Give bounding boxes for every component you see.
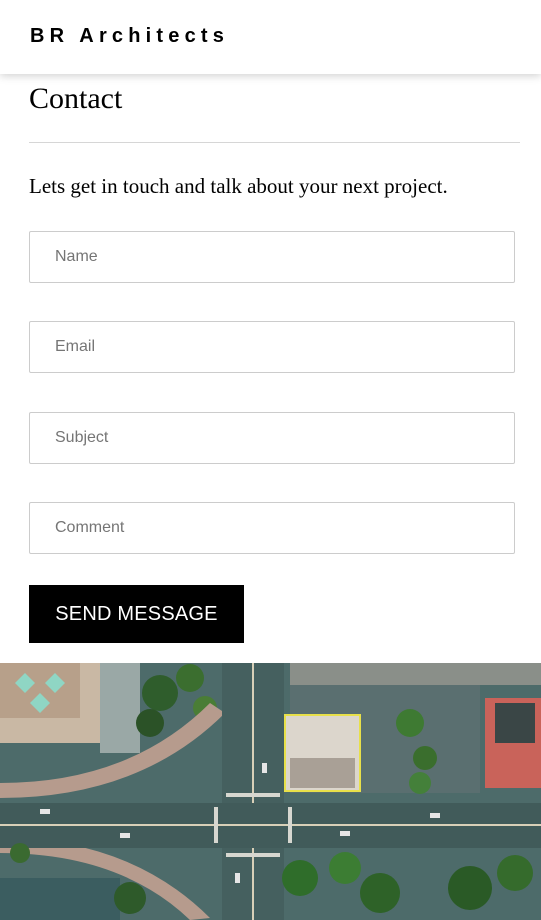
contact-intro: Lets get in touch and talk about your ne… (29, 174, 448, 198)
name-field[interactable] (29, 231, 515, 283)
site-logo[interactable]: BR Architects (30, 25, 229, 48)
subject-field[interactable] (29, 412, 515, 464)
site-header: BR Architects (0, 0, 541, 74)
send-message-button[interactable]: SEND MESSAGE (29, 585, 244, 643)
email-field[interactable] (29, 321, 515, 373)
page-title: Contact (29, 82, 123, 115)
divider (29, 142, 520, 143)
comment-field[interactable] (29, 502, 515, 554)
aerial-city-image (0, 663, 541, 920)
